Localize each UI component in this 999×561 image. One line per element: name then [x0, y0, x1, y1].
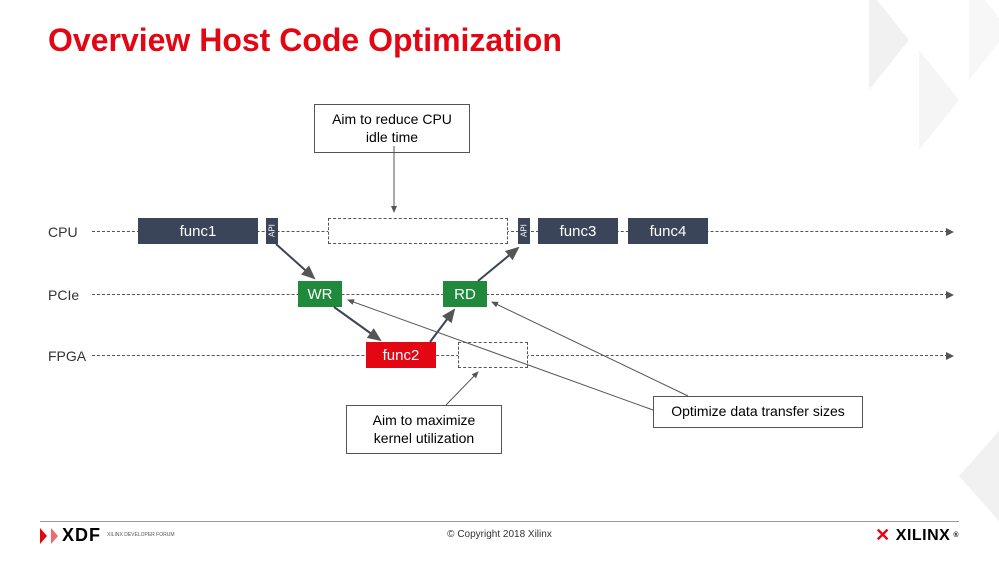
xdf-logo: XDF XILINX DEVELOPER FORUM [40, 525, 175, 546]
timeline-pcie [92, 294, 948, 295]
diagram: CPU PCIe FPGA func1 API API func3 func4 … [48, 100, 948, 490]
xdf-text: XDF [62, 525, 101, 546]
block-api1: API [266, 218, 278, 244]
block-wr: WR [298, 281, 342, 307]
row-label-pcie: PCIe [48, 287, 79, 303]
block-fpga-idle [458, 342, 528, 368]
block-func4: func4 [628, 218, 708, 244]
callout-optimize-transfer: Optimize data transfer sizes [653, 396, 863, 428]
xilinx-text: XILINX [896, 527, 951, 545]
chevron-icon [51, 528, 58, 544]
xilinx-logo: ✕ XILINX ® [875, 525, 959, 546]
row-label-fpga: FPGA [48, 348, 86, 364]
block-api2: API [518, 218, 530, 244]
slide: Overview Host Code Optimization CPU PCIe… [0, 0, 999, 561]
block-func3: func3 [538, 218, 618, 244]
block-func2: func2 [366, 342, 436, 368]
row-label-cpu: CPU [48, 224, 78, 240]
callout-reduce-idle: Aim to reduce CPU idle time [314, 104, 470, 153]
callout-maximize-kernel: Aim to maximize kernel utilization [346, 405, 502, 454]
xilinx-icon: ✕ [875, 525, 891, 546]
footer-rule [40, 521, 959, 522]
block-cpu-idle [328, 218, 508, 244]
decorative-chevron-bl [959, 431, 999, 521]
footer: © Copyright 2018 Xilinx XDF XILINX DEVEL… [0, 521, 999, 551]
block-func1: func1 [138, 218, 258, 244]
xdf-sub: XILINX DEVELOPER FORUM [107, 533, 175, 538]
slide-title: Overview Host Code Optimization [48, 22, 562, 59]
chevron-icon [40, 528, 47, 544]
block-rd: RD [443, 281, 487, 307]
